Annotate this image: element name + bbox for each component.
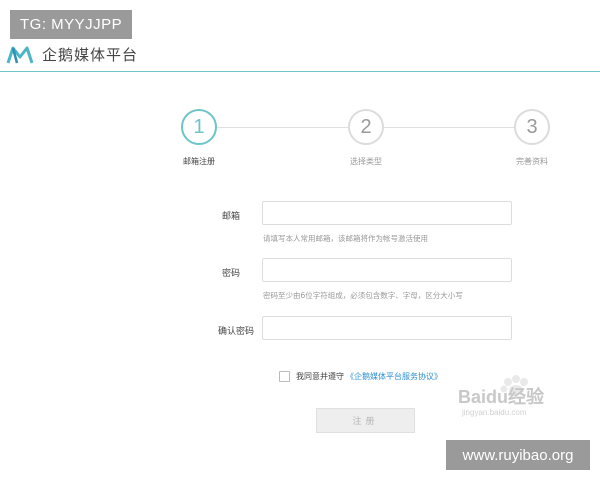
service-agreement-link[interactable]: 《企鹅媒体平台服务协议》	[346, 371, 442, 382]
confirm-password-input[interactable]	[262, 316, 512, 340]
password-input[interactable]	[262, 258, 512, 282]
step-2-circle: 2	[348, 109, 384, 145]
brand-logo-icon	[6, 46, 34, 63]
confirm-password-label: 确认密码	[217, 327, 254, 337]
brand[interactable]: 企鹅媒体平台	[6, 44, 138, 65]
step-connector	[216, 127, 348, 128]
agree-text: 我同意并遵守	[296, 372, 344, 381]
agreement-row: 我同意并遵守 《企鹅媒体平台服务协议》	[279, 371, 442, 382]
register-button[interactable]: 注册	[316, 408, 415, 433]
baidu-watermark-text: Baidu经验	[458, 387, 545, 407]
baidu-watermark-url: jingyan.baidu.com	[462, 408, 527, 417]
step-1-circle: 1	[181, 109, 217, 145]
step-connector	[384, 127, 516, 128]
email-label: 邮箱	[221, 212, 240, 222]
password-label: 密码	[221, 269, 240, 279]
registration-steps: 1 2 3 邮箱注册 选择类型 完善资料	[0, 108, 600, 178]
email-input[interactable]	[262, 201, 512, 225]
tg-watermark-badge: TG: MYYJJPP	[10, 10, 133, 39]
step-1-label: 邮箱注册	[183, 157, 215, 166]
email-hint: 请填写本人常用邮箱，该邮箱将作为帐号激活使用	[263, 234, 428, 243]
agree-checkbox[interactable]	[279, 371, 290, 382]
password-hint: 密码至少由6位字符组成，必须包含数字、字母，区分大小写	[263, 291, 463, 300]
step-3-circle: 3	[514, 109, 550, 145]
step-2-label: 选择类型	[350, 157, 382, 166]
step-3-label: 完善资料	[516, 157, 548, 166]
brand-name: 企鹅媒体平台	[42, 46, 139, 64]
site-watermark-badge: www.ruyibao.org	[446, 440, 590, 470]
